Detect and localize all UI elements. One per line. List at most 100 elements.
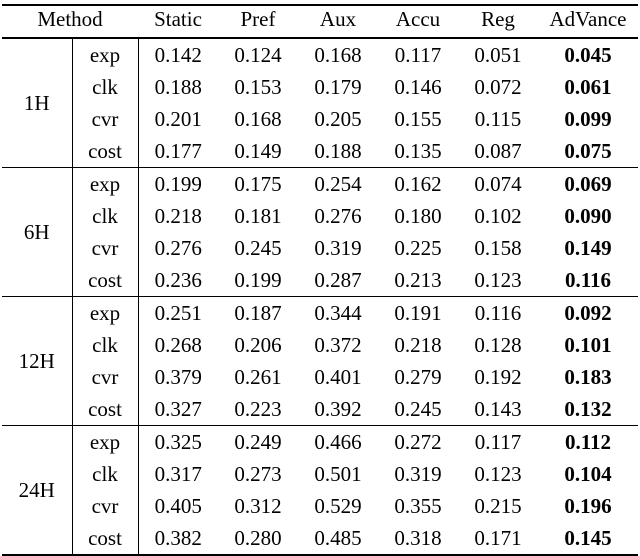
cell-24h-clk-pref: 0.273: [234, 461, 282, 486]
cell-24h-cvr-aux: 0.529: [314, 493, 362, 518]
cell-6h-cost-accu: 0.213: [394, 267, 442, 292]
cell-1h-cvr-aux: 0.205: [314, 106, 362, 131]
table-row: cost 0.236 0.199 0.287 0.213 0.123 0.116: [2, 264, 638, 297]
cell-1h-clk-advance: 0.061: [564, 74, 612, 99]
cell-1h-exp-static: 0.142: [154, 42, 202, 67]
cell-12h-clk-advance: 0.101: [564, 332, 612, 357]
table-row: 24H exp 0.325 0.249 0.466 0.272 0.117 0.112: [2, 426, 638, 555]
cell-6h-cost-static: 0.236: [154, 267, 202, 292]
table-row: cvr 0.201 0.168 0.205 0.155 0.115 0.099: [2, 103, 638, 135]
cell-12h-cvr-advance: 0.183: [564, 364, 612, 389]
cell-24h-cvr-reg: 0.215: [474, 493, 522, 518]
cell-24h-exp-pref: 0.249: [234, 429, 282, 454]
cell-1h-cvr-advance: 0.099: [564, 106, 612, 131]
cell-6h-exp-static: 0.199: [154, 171, 202, 196]
metric-label-cvr: cvr: [72, 490, 139, 522]
cell-24h-clk-accu: 0.319: [394, 461, 442, 486]
cell-1h-cvr-pref: 0.168: [234, 106, 282, 131]
table-row: cost 0.382 0.280 0.485 0.318 0.171 0.145: [2, 522, 638, 555]
table-row: clk 0.218 0.181 0.276 0.180 0.102 0.090: [2, 200, 638, 232]
table-body: 1H exp 0.142 0.124 0.168 0.117 0.051 0.045 clk 0.…: [2, 38, 638, 556]
cell-24h-cost-advance: 0.145: [564, 525, 612, 550]
cell-24h-cost-static: 0.382: [154, 525, 202, 550]
cell-1h-cost-advance: 0.075: [564, 138, 612, 163]
cell-24h-exp-accu: 0.272: [394, 429, 442, 454]
cell-12h-cost-static: 0.327: [154, 396, 202, 421]
metric-label-cost: cost: [72, 264, 139, 297]
table-row: cost 0.327 0.223 0.392 0.245 0.143 0.132: [2, 393, 638, 426]
metric-label-cvr: cvr: [72, 361, 139, 393]
metric-label-cvr: cvr: [72, 103, 139, 135]
cell-6h-cost-pref: 0.199: [234, 267, 282, 292]
cell-12h-cost-advance: 0.132: [564, 396, 612, 421]
header-accu: Accu: [395, 7, 441, 31]
cell-24h-cvr-static: 0.405: [154, 493, 202, 518]
cell-6h-clk-reg: 0.102: [474, 203, 522, 228]
metric-label-cost: cost: [72, 522, 139, 555]
cell-24h-exp-static: 0.325: [154, 429, 202, 454]
cell-6h-exp-aux: 0.254: [314, 171, 362, 196]
cell-12h-cost-aux: 0.392: [314, 396, 362, 421]
cell-12h-clk-aux: 0.372: [314, 332, 362, 357]
table-row: cvr 0.405 0.312 0.529 0.355 0.215 0.196: [2, 490, 638, 522]
table-header: Method Static Pref Aux Accu Reg AdVance: [2, 4, 638, 39]
cell-24h-cvr-accu: 0.355: [394, 493, 442, 518]
cell-1h-cost-reg: 0.087: [474, 138, 522, 163]
header-static: Static: [154, 7, 202, 31]
cell-6h-cost-reg: 0.123: [474, 267, 522, 292]
metric-label-cost: cost: [72, 135, 139, 168]
cell-12h-exp-static: 0.251: [154, 300, 202, 325]
cell-6h-cvr-reg: 0.158: [474, 235, 522, 260]
cell-6h-cvr-pref: 0.245: [234, 235, 282, 260]
table-row: cost 0.177 0.149 0.188 0.135 0.087 0.075: [2, 135, 638, 168]
cell-1h-cvr-reg: 0.115: [474, 106, 522, 131]
cell-1h-exp-accu: 0.117: [394, 42, 442, 67]
metric-label-clk: clk: [72, 458, 139, 490]
cell-24h-cost-accu: 0.318: [394, 525, 442, 550]
metric-label-exp: exp: [72, 426, 139, 458]
cell-1h-cost-aux: 0.188: [314, 138, 362, 163]
cell-12h-exp-reg: 0.116: [474, 300, 522, 325]
table-row: clk 0.268 0.206 0.372 0.218 0.128 0.101: [2, 329, 638, 361]
cell-24h-cost-reg: 0.171: [474, 525, 522, 550]
metric-label-clk: clk: [72, 200, 139, 232]
cell-6h-exp-pref: 0.175: [234, 171, 282, 196]
cell-12h-cvr-static: 0.379: [154, 364, 202, 389]
cell-1h-exp-advance: 0.045: [564, 42, 612, 67]
cell-12h-cvr-reg: 0.192: [474, 364, 522, 389]
cell-24h-clk-reg: 0.123: [474, 461, 522, 486]
group-label-1h: 1H: [2, 38, 73, 168]
cell-12h-clk-reg: 0.128: [474, 332, 522, 357]
cell-6h-cost-advance: 0.116: [564, 267, 612, 292]
cell-1h-exp-aux: 0.168: [314, 42, 362, 67]
metric-label-cvr: cvr: [72, 232, 139, 264]
cell-12h-cost-pref: 0.223: [234, 396, 282, 421]
header-row: Method Static Pref Aux Accu Reg AdVance: [2, 6, 638, 37]
table-row: clk 0.317 0.273 0.501 0.319 0.123 0.104: [2, 458, 638, 490]
cell-24h-exp-reg: 0.117: [474, 429, 522, 454]
group-label-12h: 12H: [2, 297, 73, 426]
cell-6h-exp-reg: 0.074: [474, 171, 522, 196]
cell-6h-cvr-static: 0.276: [154, 235, 202, 260]
cell-6h-exp-accu: 0.162: [394, 171, 442, 196]
cell-24h-cvr-advance: 0.196: [564, 493, 612, 518]
results-table-container: Method Static Pref Aux Accu Reg AdVance …: [0, 0, 640, 556]
cell-1h-cost-pref: 0.149: [234, 138, 282, 163]
cell-24h-clk-aux: 0.501: [314, 461, 362, 486]
cell-12h-cvr-aux: 0.401: [314, 364, 362, 389]
cell-1h-cost-static: 0.177: [154, 138, 202, 163]
cell-6h-cvr-accu: 0.225: [394, 235, 442, 260]
cell-6h-clk-pref: 0.181: [234, 203, 282, 228]
cell-24h-exp-aux: 0.466: [314, 429, 362, 454]
cell-12h-exp-pref: 0.187: [234, 300, 282, 325]
metric-label-cost: cost: [72, 393, 139, 426]
cell-12h-cost-accu: 0.245: [394, 396, 442, 421]
cell-6h-clk-static: 0.218: [154, 203, 202, 228]
cell-6h-cvr-aux: 0.319: [314, 235, 362, 260]
header-reg: Reg: [481, 7, 515, 31]
cell-12h-clk-pref: 0.206: [234, 332, 282, 357]
cell-1h-cost-accu: 0.135: [394, 138, 442, 163]
cell-12h-exp-accu: 0.191: [394, 300, 442, 325]
cell-12h-clk-accu: 0.218: [394, 332, 442, 357]
cell-24h-clk-advance: 0.104: [564, 461, 612, 486]
